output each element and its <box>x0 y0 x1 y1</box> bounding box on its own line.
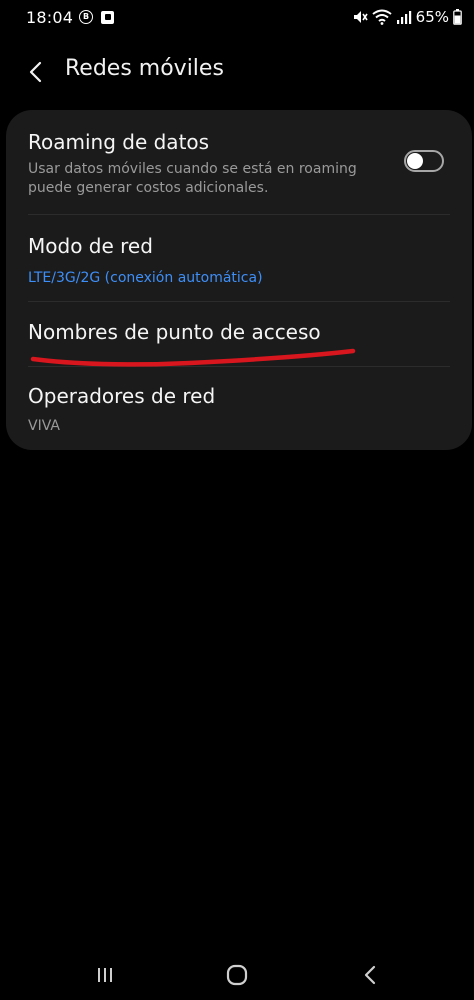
apn-row[interactable]: Nombres de punto de acceso <box>6 302 472 366</box>
network-mode-value: LTE/3G/2G (conexión automática) <box>28 270 263 286</box>
operators-title: Operadores de red <box>28 384 216 408</box>
network-mode-row[interactable]: Modo de red LTE/3G/2G (conexión automáti… <box>6 215 472 301</box>
network-mode-title: Modo de red <box>28 234 153 258</box>
signal-icon <box>396 11 411 24</box>
roaming-toggle[interactable] <box>404 150 444 172</box>
home-button[interactable] <box>217 960 257 990</box>
mute-icon <box>353 11 368 23</box>
home-icon <box>226 964 248 986</box>
recents-button[interactable] <box>85 960 125 990</box>
b-notification-icon: B <box>79 10 93 24</box>
battery-percent: 65% <box>415 8 449 26</box>
back-button[interactable] <box>18 54 54 90</box>
apn-title: Nombres de punto de acceso <box>28 320 321 344</box>
operators-value: VIVA <box>28 418 60 434</box>
network-operators-row[interactable]: Operadores de red VIVA <box>6 367 472 450</box>
app-notification-icon <box>101 10 114 24</box>
nav-back-button[interactable] <box>350 960 390 990</box>
roaming-row[interactable]: Roaming de datos Usar datos móviles cuan… <box>6 110 472 214</box>
roaming-title: Roaming de datos <box>28 130 210 154</box>
header: Redes móviles <box>0 36 474 106</box>
status-time: 18:04 <box>26 8 74 27</box>
back-icon <box>364 965 376 985</box>
notification-icons: B <box>79 10 114 24</box>
recents-icon <box>98 968 112 982</box>
toggle-knob <box>407 153 423 169</box>
wifi-icon <box>372 9 392 25</box>
page-title: Redes móviles <box>65 56 224 81</box>
battery-icon <box>453 9 462 25</box>
status-right: 65% <box>352 8 462 26</box>
settings-card: Roaming de datos Usar datos móviles cuan… <box>6 110 472 450</box>
screen: 18:04 B 65% Redes móviles Roaming de dat… <box>0 0 474 1000</box>
status-bar: 18:04 B 65% <box>0 0 474 36</box>
chevron-left-icon <box>29 61 42 83</box>
nav-bar <box>0 950 474 1000</box>
roaming-subtitle: Usar datos móviles cuando se está en roa… <box>28 161 357 196</box>
